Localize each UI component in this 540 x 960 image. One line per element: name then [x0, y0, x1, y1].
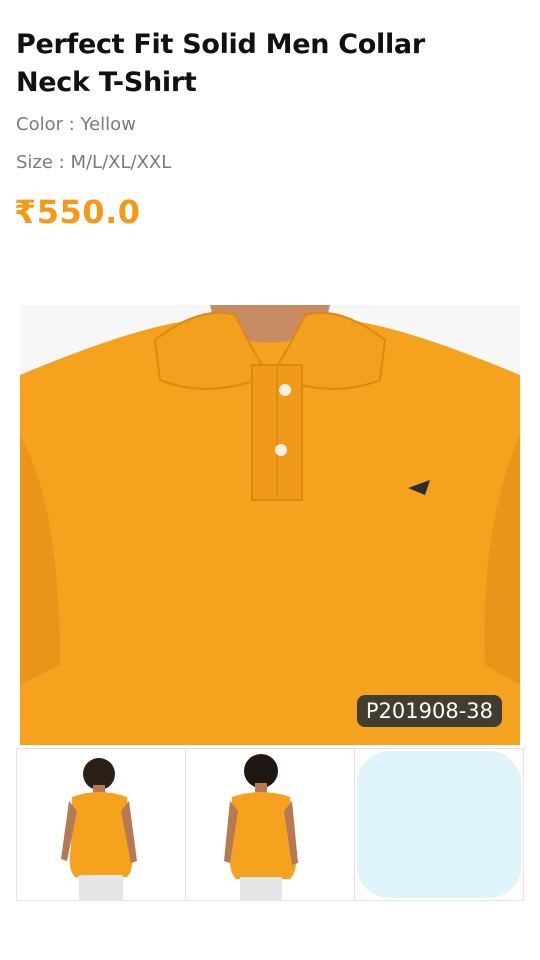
product-price: ₹550.0 [14, 193, 141, 231]
placeholder-image [357, 751, 521, 898]
thumbnail-back[interactable] [186, 749, 355, 900]
sku-badge: P201908-38 [356, 695, 502, 727]
model-front-photo [17, 749, 185, 900]
product-color: Color : Yellow [16, 114, 136, 135]
thumbnail-front[interactable] [17, 749, 186, 900]
product-sizes: Size : M/L/XL/XXL [16, 152, 172, 173]
product-title: Perfect Fit Solid Men Collar Neck T-Shir… [16, 29, 425, 98]
main-product-image[interactable]: P201908-38 [20, 305, 520, 745]
thumbnail-strip [16, 748, 524, 901]
tshirt-closeup-photo [20, 305, 520, 745]
model-back-photo [186, 749, 354, 900]
thumbnail-placeholder[interactable] [355, 749, 524, 900]
